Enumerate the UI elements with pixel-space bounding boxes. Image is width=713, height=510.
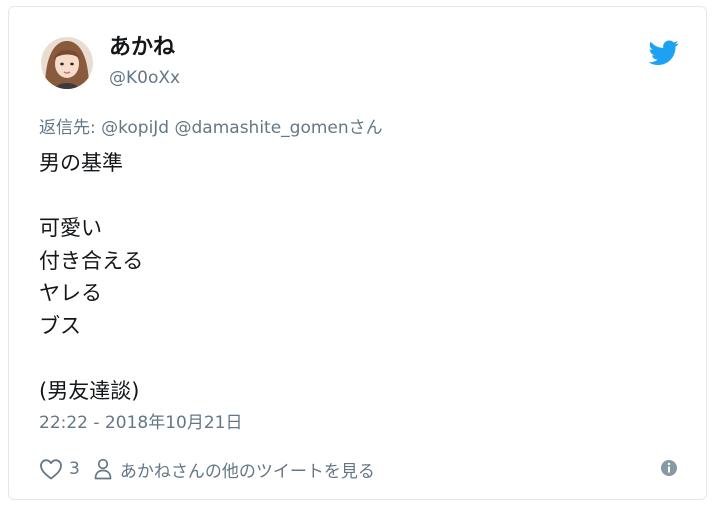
tweet-line: (男友達談) <box>39 378 140 403</box>
person-icon <box>94 458 112 480</box>
tweet-timestamp[interactable]: 22:22 - 2018年10月21日 <box>39 415 242 432</box>
view-profile-link[interactable]: あかねさんの他のツイートを見る <box>94 457 375 482</box>
tweet-line: 男の基準 <box>39 151 123 175</box>
avatar-photo <box>41 37 93 89</box>
tweet-line <box>39 342 143 375</box>
like-count: 3 <box>69 459 80 479</box>
tweet-line: ブス <box>39 313 81 338</box>
heart-icon <box>40 459 62 480</box>
user-handle[interactable]: @K0oXx <box>109 70 180 87</box>
avatar[interactable] <box>41 37 93 89</box>
reply-suffix: さん <box>348 118 383 138</box>
tweet-footer: 3 あかねさんの他のツイートを見る <box>39 455 375 483</box>
display-name[interactable]: あかね <box>109 37 175 59</box>
reply-context: 返信先: @kopiJd @damashite_gomenさん <box>39 118 383 138</box>
like-button[interactable]: 3 <box>39 458 94 480</box>
tweet-line: 可愛い <box>39 216 102 240</box>
reply-prefix: 返信先: <box>39 118 102 138</box>
tweet-card: あかね @K0oXx 返信先: @kopiJd @damashite_gomen… <box>8 6 707 500</box>
twitter-bird-icon[interactable] <box>649 40 679 66</box>
info-icon[interactable] <box>660 459 678 477</box>
view-profile-label: あかねさんの他のツイートを見る <box>119 461 375 482</box>
tweet-line <box>39 180 143 213</box>
tweet-text: 男の基準 可愛い 付き合える ヤレる ブス (男友達談) <box>39 147 143 407</box>
mention-link[interactable]: @kopiJd <box>101 118 169 138</box>
tweet-line: 付き合える <box>39 248 144 273</box>
tweet-line: ヤレる <box>39 281 102 305</box>
mention-link[interactable]: @damashite_gomen <box>175 118 349 138</box>
